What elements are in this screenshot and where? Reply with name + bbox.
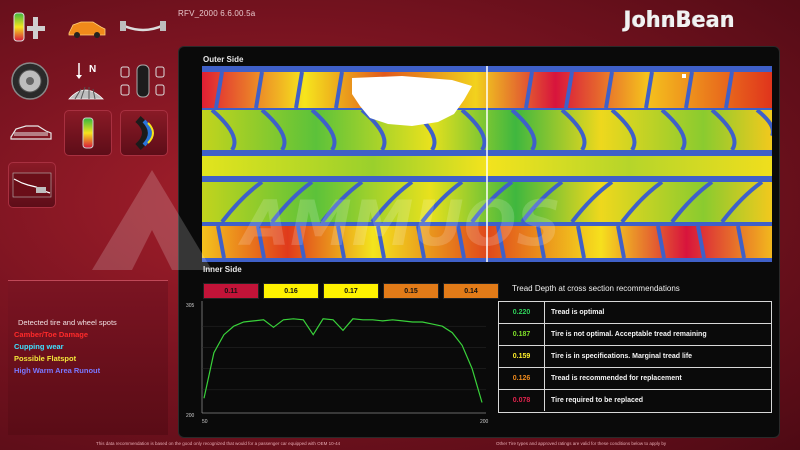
tire-gauge-tool[interactable] [6, 4, 54, 50]
recommendation-row: 0.126 Tread is recommended for replaceme… [499, 368, 771, 390]
four-wheel-tool[interactable] [118, 58, 166, 104]
car-outline-icon [10, 125, 52, 140]
tread-north-icon: N [68, 63, 104, 100]
x-tick-left: 50 [202, 419, 208, 425]
recommendations-table: 0.220 Tread is optimal 0.187 Tire is not… [498, 301, 772, 413]
recommendation-text: Tread is optimal [551, 309, 605, 316]
recommendation-row: 0.078 Tire required to be replaced [499, 390, 771, 412]
svg-text:N: N [89, 64, 96, 75]
four-wheel-icon [120, 64, 165, 98]
tread-north-tool[interactable]: N [62, 58, 110, 104]
recommendation-row: 0.220 Tread is optimal [499, 302, 771, 324]
footer-note-right: Other Tire types and approved ratings ar… [496, 441, 667, 446]
recommendation-text: Tire is not optimal. Acceptable tread re… [551, 331, 707, 338]
tread-depth-chart: 305 200 50 200 [186, 301, 489, 425]
car-icon [68, 21, 106, 38]
tire-profile-tool[interactable] [120, 110, 168, 156]
tread-gauge-tool[interactable] [64, 110, 112, 156]
recommendation-row: 0.159 Tire is in specifications. Margina… [499, 346, 771, 368]
recommendations-title: Tread Depth at cross section recommendat… [512, 284, 680, 293]
recommendation-row: 0.187 Tire is not optimal. Acceptable tr… [499, 324, 771, 346]
app-title: RFV_2000 6.6.00.5a [178, 9, 256, 18]
wheel-tool[interactable] [6, 58, 54, 104]
wheel-icon [11, 62, 49, 100]
tread-profile-tool[interactable] [8, 162, 56, 208]
outer-side-label: Outer Side [203, 55, 244, 64]
recommendation-value: 0.187 [499, 324, 545, 345]
recommendation-text: Tread is recommended for replacement [551, 375, 682, 382]
recommendation-value: 0.220 [499, 302, 545, 323]
legend-title: Detected tire and wheel spots [18, 318, 117, 327]
car-view-tool[interactable] [62, 4, 110, 50]
chart-grid [202, 325, 486, 391]
axle-icon [120, 21, 166, 32]
recommendation-value: 0.078 [499, 390, 545, 411]
color-gauge-icon [13, 12, 45, 42]
y-tick-top: 305 [186, 303, 195, 309]
y-tick-bottom: 200 [186, 413, 195, 419]
axle-view-tool[interactable] [118, 4, 166, 50]
tread-heatmap[interactable] [202, 66, 772, 262]
recommendation-text: Tire is in specifications. Marginal trea… [551, 353, 693, 360]
legend-item-camber: Camber/Toe Damage [14, 330, 89, 339]
footer-note-left: This data recommendation is based on the… [96, 441, 341, 446]
tread-depth-graph: 305 200 50 200 [184, 297, 494, 427]
tread-profile-icon [12, 172, 52, 198]
legend-item-flatspot: Possible Flatspot [14, 354, 77, 363]
recommendation-value: 0.126 [499, 368, 545, 389]
recommendation-value: 0.159 [499, 346, 545, 367]
tread-gauge-icon [82, 117, 94, 149]
brand-logo: JohnBean [624, 8, 736, 33]
legend-item-cupping: Cupping wear [14, 342, 64, 351]
legend-item-runout: High Warm Area Runout [14, 366, 101, 375]
x-tick-right: 200 [480, 419, 489, 425]
car-outline-tool[interactable] [6, 110, 54, 156]
inner-side-label: Inner Side [203, 265, 242, 274]
recommendation-text: Tire required to be replaced [551, 397, 644, 404]
tire-profile-icon [135, 115, 154, 151]
tread-heatmap-svg [202, 66, 772, 262]
